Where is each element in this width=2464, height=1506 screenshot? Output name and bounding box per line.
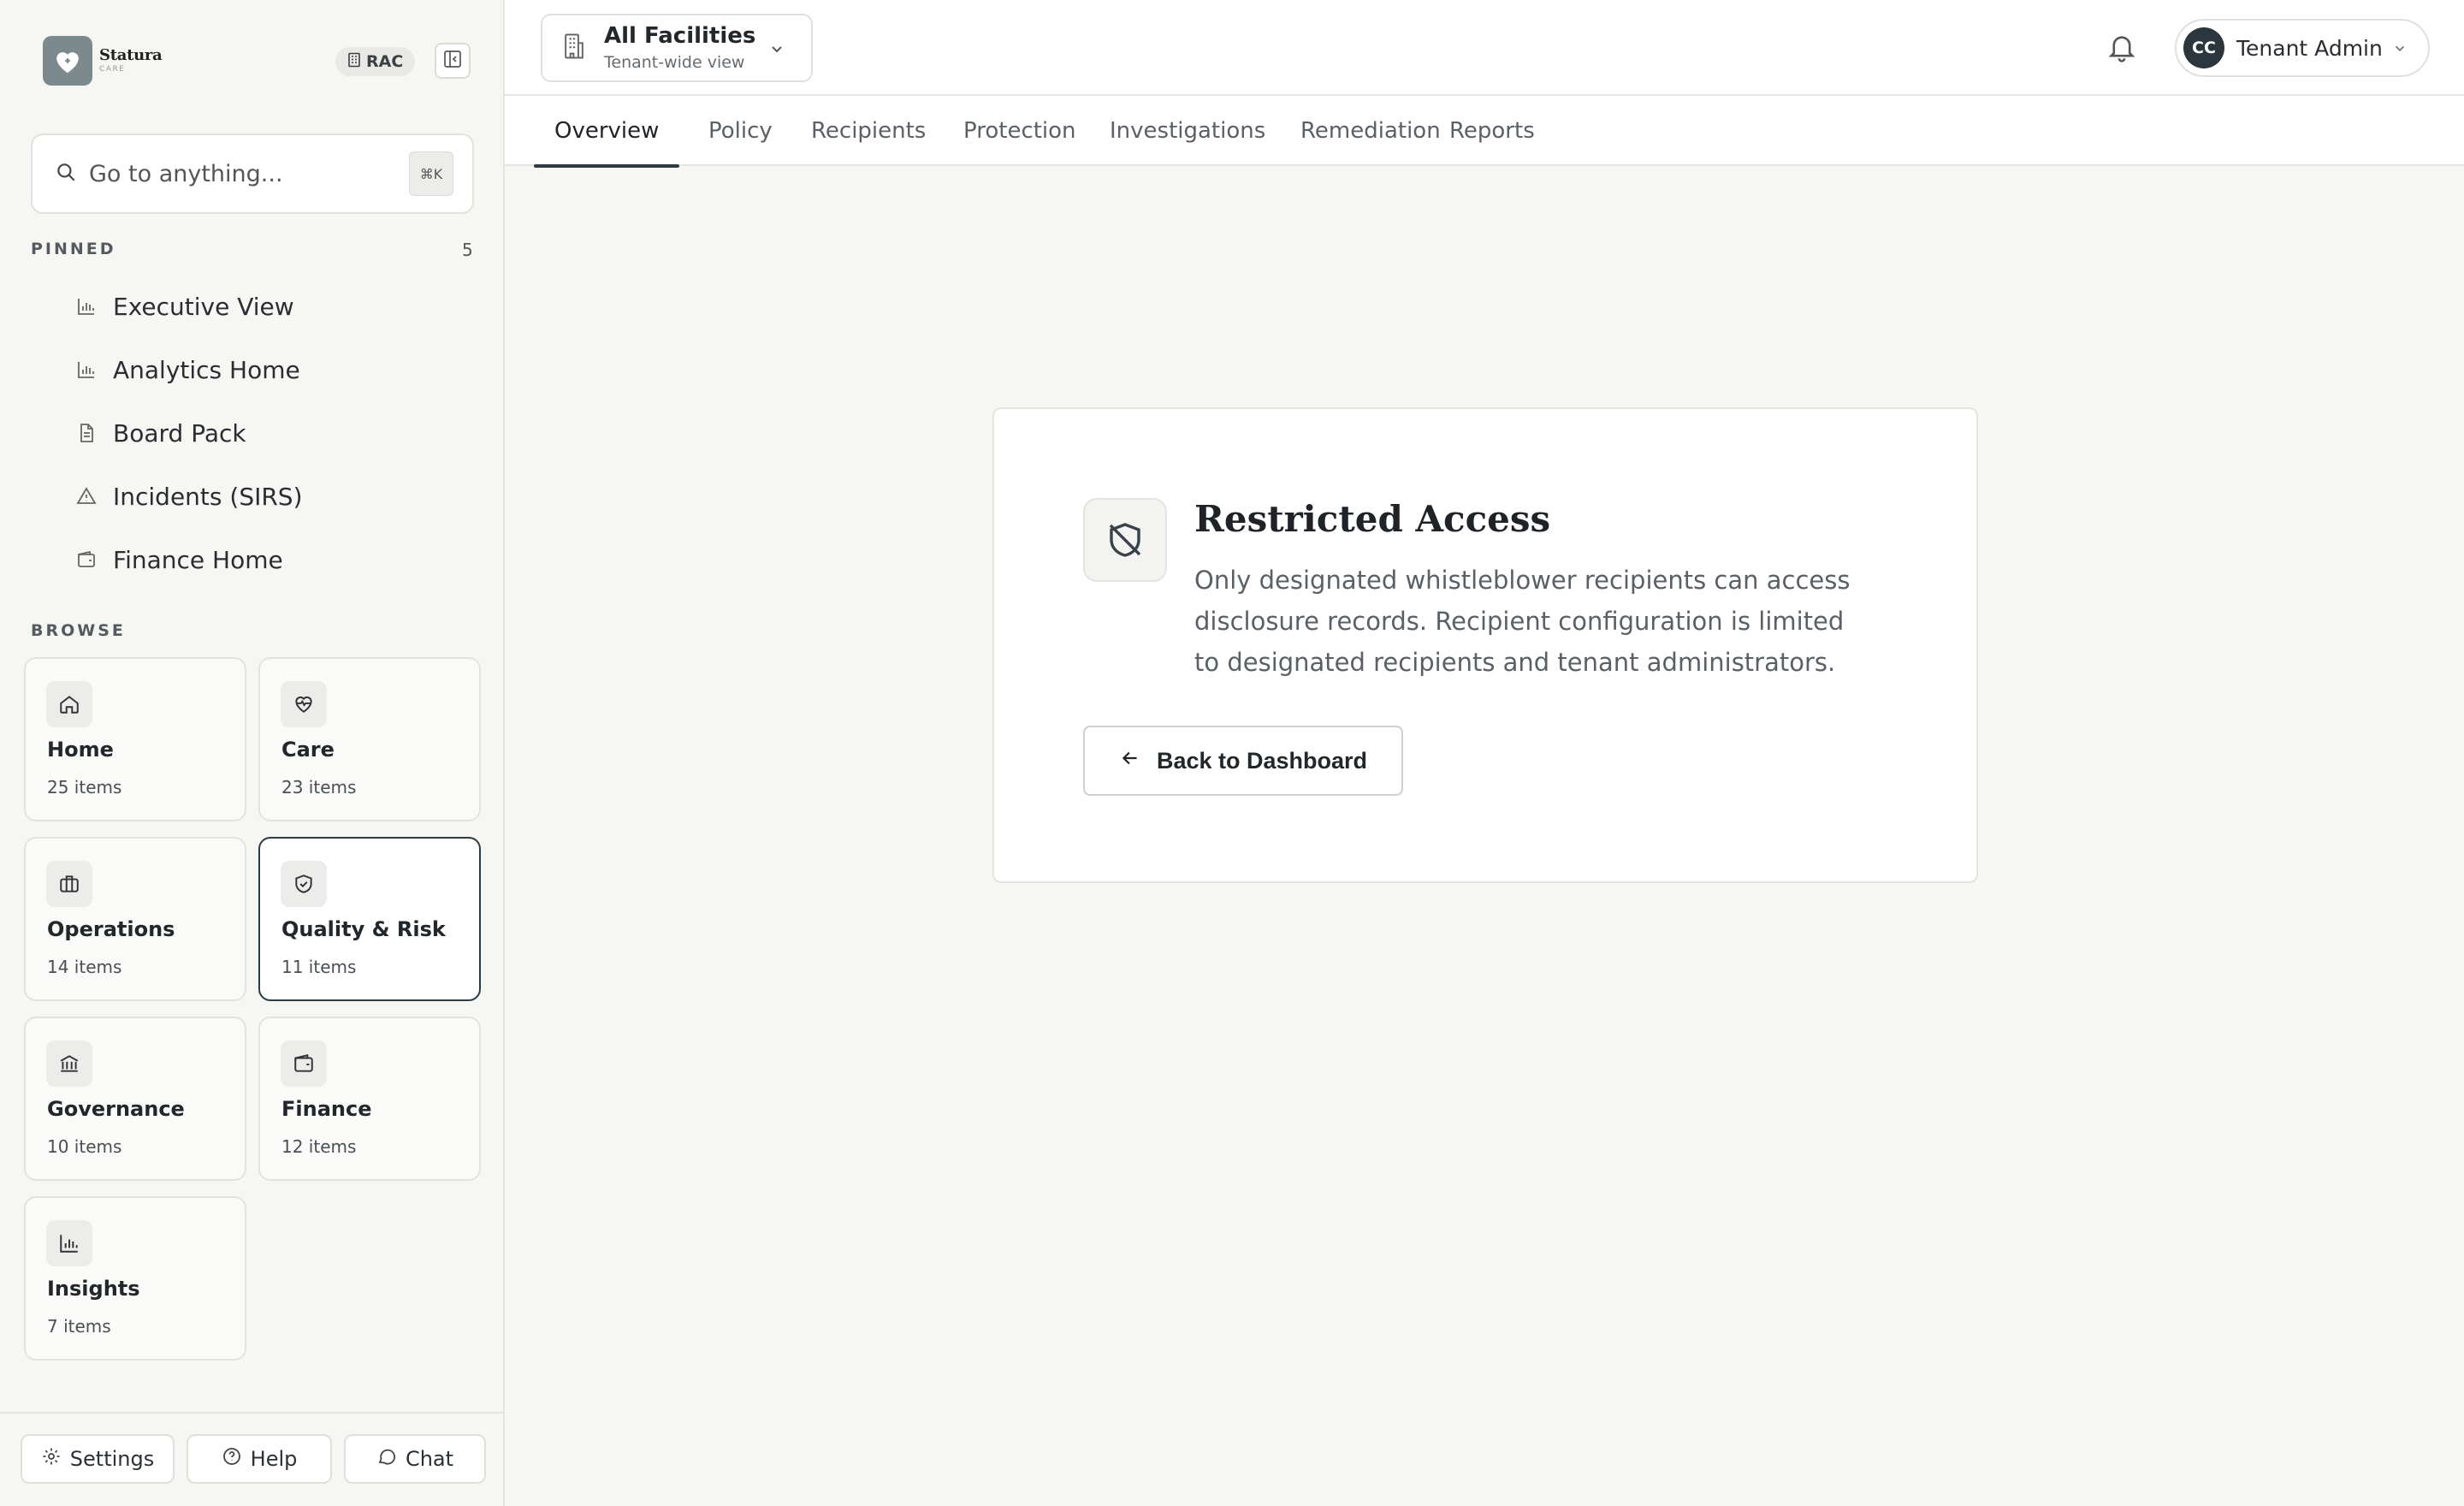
card-title: Quality & Risk <box>281 917 446 941</box>
briefcase-icon <box>46 861 92 907</box>
document-icon <box>75 422 98 444</box>
browse-card-care[interactable]: Care 23 items <box>258 657 481 821</box>
building-icon <box>347 52 361 72</box>
chevron-down-icon <box>2392 41 2408 60</box>
restricted-description: Only designated whistleblower recipients… <box>1194 566 1851 677</box>
card-count: 11 items <box>281 957 357 977</box>
card-title: Insights <box>47 1277 140 1301</box>
heart-pulse-icon <box>281 681 327 727</box>
bar-chart-icon <box>46 1220 92 1266</box>
pinned-item-label: Executive View <box>113 292 294 321</box>
card-count: 14 items <box>47 957 122 977</box>
chat-label: Chat <box>405 1447 454 1471</box>
warning-icon <box>75 485 98 507</box>
collapse-sidebar-button[interactable] <box>435 43 471 79</box>
bar-chart-icon <box>75 295 98 317</box>
top-bar: All Facilities Tenant-wide view CC Tenan… <box>505 0 2464 96</box>
user-name: Tenant Admin <box>2236 35 2383 61</box>
shortcut-hint: ⌘K <box>409 151 453 196</box>
bank-icon <box>46 1041 92 1087</box>
tab-policy[interactable]: Policy <box>688 96 793 166</box>
app-root: Statura CARE RAC ⌘K PINNED 5 <box>0 0 2464 1506</box>
browse-section-label: BROWSE <box>31 621 126 640</box>
help-icon <box>222 1446 242 1472</box>
pinned-section-label: PINNED <box>31 240 116 258</box>
rac-badge-label: RAC <box>366 52 404 71</box>
back-button-label: Back to Dashboard <box>1156 747 1368 774</box>
card-count: 10 items <box>47 1136 122 1157</box>
back-to-dashboard-button[interactable]: Back to Dashboard <box>1083 726 1403 796</box>
sidebar-toggle-icon <box>443 50 462 72</box>
sidebar-footer: Settings Help Chat <box>21 1434 486 1484</box>
bar-chart-icon <box>75 359 98 381</box>
tab-overview[interactable]: Overview <box>534 96 680 168</box>
facility-selector[interactable]: All Facilities Tenant-wide view <box>541 14 813 82</box>
tab-recipients[interactable]: Recipients <box>791 96 946 166</box>
brand-subtitle: CARE <box>99 65 126 74</box>
search-input[interactable] <box>89 160 409 187</box>
brand-name: Statura <box>99 46 163 64</box>
tab-reports[interactable]: Reports <box>1429 96 1555 166</box>
pinned-list: Executive View Analytics Home Board Pack… <box>31 275 476 591</box>
card-count: 7 items <box>47 1316 111 1337</box>
pinned-item-finance-home[interactable]: Finance Home <box>31 528 476 591</box>
help-button[interactable]: Help <box>187 1434 332 1484</box>
wallet-icon <box>281 1041 327 1087</box>
card-title: Care <box>281 738 335 762</box>
facility-subtitle: Tenant-wide view <box>604 52 745 72</box>
tab-bar: Overview Policy Recipients Protection In… <box>505 96 2464 168</box>
settings-button[interactable]: Settings <box>21 1434 175 1484</box>
facility-title: All Facilities <box>604 23 756 50</box>
avatar: CC <box>2183 27 2224 68</box>
browse-card-operations[interactable]: Operations 14 items <box>24 837 246 1001</box>
notifications-bell-icon[interactable] <box>2103 29 2141 67</box>
restricted-access-card: Restricted Access Only designated whistl… <box>992 407 1978 883</box>
pinned-item-analytics-home[interactable]: Analytics Home <box>31 338 476 401</box>
settings-label: Settings <box>69 1447 155 1471</box>
search-icon <box>55 161 77 187</box>
arrow-left-icon <box>1119 747 1141 775</box>
heart-logo-icon <box>43 36 92 86</box>
rac-badge[interactable]: RAC <box>335 47 416 76</box>
shield-off-icon <box>1083 498 1167 582</box>
user-menu[interactable]: CC Tenant Admin <box>2175 19 2430 77</box>
browse-card-governance[interactable]: Governance 10 items <box>24 1017 246 1181</box>
card-title: Finance <box>281 1097 372 1121</box>
pinned-item-incidents[interactable]: Incidents (SIRS) <box>31 465 476 528</box>
gear-icon <box>41 1446 62 1472</box>
sidebar: Statura CARE RAC ⌘K PINNED 5 <box>0 0 505 1506</box>
home-icon <box>46 681 92 727</box>
tab-protection[interactable]: Protection <box>943 96 1097 166</box>
pinned-item-label: Finance Home <box>113 545 283 574</box>
chat-button[interactable]: Chat <box>344 1434 486 1484</box>
pinned-item-board-pack[interactable]: Board Pack <box>31 401 476 465</box>
pinned-item-label: Incidents (SIRS) <box>113 482 303 511</box>
shield-check-icon <box>281 861 327 907</box>
pinned-item-executive-view[interactable]: Executive View <box>31 275 476 338</box>
pinned-item-label: Analytics Home <box>113 355 300 384</box>
browse-card-quality-risk[interactable]: Quality & Risk 11 items <box>258 837 481 1001</box>
card-count: 12 items <box>281 1136 357 1157</box>
restricted-title: Restricted Access <box>1194 498 1551 540</box>
card-title: Governance <box>47 1097 185 1121</box>
card-title: Home <box>47 738 114 762</box>
chat-icon <box>376 1446 397 1472</box>
pinned-count: 5 <box>462 240 473 260</box>
brand-logo[interactable]: Statura CARE <box>43 36 163 86</box>
browse-card-finance[interactable]: Finance 12 items <box>258 1017 481 1181</box>
chevron-down-icon <box>768 41 785 62</box>
card-count: 25 items <box>47 777 122 797</box>
wallet-icon <box>75 548 98 571</box>
sidebar-footer-divider <box>0 1412 505 1414</box>
card-title: Operations <box>47 917 175 941</box>
browse-card-insights[interactable]: Insights 7 items <box>24 1196 246 1361</box>
pinned-item-label: Board Pack <box>113 418 246 448</box>
help-label: Help <box>250 1447 298 1471</box>
building-icon <box>561 33 587 63</box>
tab-investigations[interactable]: Investigations <box>1089 96 1286 166</box>
browse-card-home[interactable]: Home 25 items <box>24 657 246 821</box>
card-count: 23 items <box>281 777 357 797</box>
global-search[interactable]: ⌘K <box>31 133 474 214</box>
